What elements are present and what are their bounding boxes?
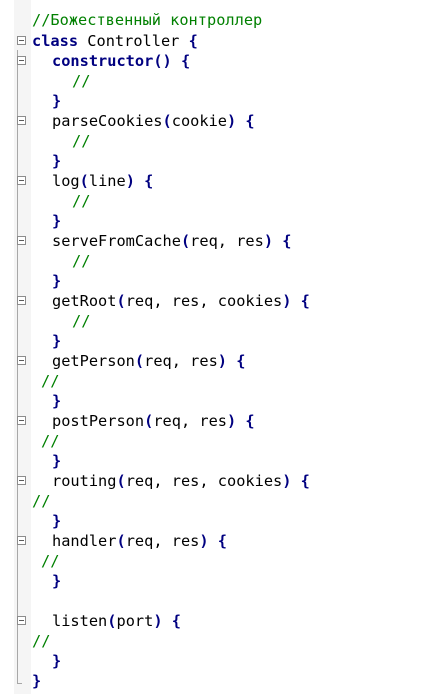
method-name: postPerson	[52, 412, 145, 430]
method-comment[interactable]: //	[41, 371, 59, 391]
method-params: req, res, cookies	[125, 292, 283, 310]
method-name: getRoot	[52, 292, 117, 310]
method-comment[interactable]: //	[72, 131, 90, 151]
method-getroot[interactable]: getRoot(req, res, cookies) {	[52, 291, 310, 311]
method-open: () {	[153, 52, 191, 70]
getroot-fold-icon[interactable]	[17, 296, 26, 305]
method-close-paren: ) {	[282, 472, 310, 490]
class-fold-icon[interactable]	[17, 36, 26, 45]
method-name: constructor	[52, 52, 154, 70]
method-params: req, res, cookies	[125, 472, 283, 490]
method-close-brace[interactable]: }	[52, 271, 61, 291]
method-routing[interactable]: routing(req, res, cookies) {	[52, 471, 310, 491]
method-comment[interactable]: //	[41, 551, 59, 571]
method-close-brace[interactable]: }	[52, 651, 61, 671]
method-comment[interactable]: //	[72, 311, 90, 331]
method-open-paren: (	[79, 172, 89, 190]
method-close-brace[interactable]: }	[52, 331, 61, 351]
method-close-paren: ) {	[282, 292, 310, 310]
method-listen[interactable]: listen(port) {	[52, 611, 181, 631]
method-comment[interactable]: //	[72, 191, 90, 211]
code-editor[interactable]: //Божественный контроллер class Controll…	[0, 0, 421, 694]
postperson-fold-icon[interactable]	[17, 416, 26, 425]
method-name: getPerson	[52, 352, 135, 370]
handler-fold-icon[interactable]	[17, 536, 26, 545]
class-name: Controller	[87, 32, 180, 50]
header-comment[interactable]: //Божественный контроллер	[32, 10, 262, 30]
method-close-paren: ) {	[227, 412, 255, 430]
method-name: log	[52, 172, 80, 190]
method-comment[interactable]: //	[32, 631, 50, 651]
method-postperson[interactable]: postPerson(req, res) {	[52, 411, 255, 431]
method-name: handler	[52, 532, 117, 550]
method-close-brace[interactable]: }	[52, 151, 61, 171]
method-close-brace[interactable]: }	[52, 451, 61, 471]
method-close-paren: ) {	[125, 172, 154, 190]
listen-fold-icon[interactable]	[17, 616, 26, 625]
method-close-paren: ) {	[263, 232, 292, 250]
servefromcache-fold-icon[interactable]	[17, 236, 26, 245]
method-close-paren: ) {	[227, 112, 255, 130]
method-close-paren: ) {	[153, 612, 181, 630]
method-params: req, res	[144, 352, 218, 370]
routing-fold-icon[interactable]	[17, 476, 26, 485]
method-getperson[interactable]: getPerson(req, res) {	[52, 351, 245, 371]
method-comment[interactable]: //	[41, 431, 59, 451]
method-close-paren: ) {	[199, 532, 228, 550]
method-params: cookie	[171, 112, 227, 130]
method-params: req, res	[153, 412, 228, 430]
method-name: routing	[52, 472, 117, 490]
method-open-paren: (	[180, 232, 191, 250]
method-parsecookies[interactable]: parseCookies(cookie) {	[52, 111, 255, 131]
method-open-paren: (	[144, 412, 154, 430]
class-close-brace[interactable]: }	[32, 671, 41, 691]
method-params: req, res	[125, 532, 200, 550]
method-open-paren: (	[134, 352, 145, 370]
getperson-fold-icon[interactable]	[17, 356, 26, 365]
method-open-paren: (	[116, 292, 126, 310]
constructor-fold-icon[interactable]	[17, 56, 26, 65]
method-log[interactable]: log(line) {	[52, 171, 153, 191]
method-params: req, res	[190, 232, 264, 250]
method-name: serveFromCache	[52, 232, 181, 250]
method-open-paren: (	[162, 112, 172, 130]
class-keyword: class	[32, 32, 79, 50]
method-handler[interactable]: handler(req, res) {	[52, 531, 227, 551]
class-open-brace: {	[188, 32, 198, 50]
class-fold-guide	[17, 50, 18, 683]
method-close-brace[interactable]: }	[52, 211, 61, 231]
log-fold-icon[interactable]	[17, 176, 26, 185]
class-declaration[interactable]: class Controller {	[32, 31, 198, 51]
method-name: parseCookies	[52, 112, 163, 130]
class-fold-end	[17, 683, 22, 684]
method-constructor[interactable]: constructor() {	[52, 51, 190, 71]
method-params: port	[116, 612, 154, 630]
method-open-paren: (	[116, 472, 126, 490]
method-comment[interactable]: //	[72, 71, 90, 91]
method-close-brace[interactable]: }	[52, 571, 61, 591]
method-close-brace[interactable]: }	[52, 391, 61, 411]
method-close-brace[interactable]: }	[52, 511, 61, 531]
parsecookies-fold-icon[interactable]	[17, 116, 26, 125]
method-params: line	[88, 172, 126, 190]
method-servefromcache[interactable]: serveFromCache(req, res) {	[52, 231, 291, 251]
method-close-paren: ) {	[217, 352, 246, 370]
method-comment[interactable]: //	[72, 251, 90, 271]
method-comment[interactable]: //	[32, 491, 50, 511]
method-close-brace[interactable]: }	[52, 91, 61, 111]
method-name: listen	[52, 612, 108, 630]
method-open-paren: (	[116, 532, 126, 550]
